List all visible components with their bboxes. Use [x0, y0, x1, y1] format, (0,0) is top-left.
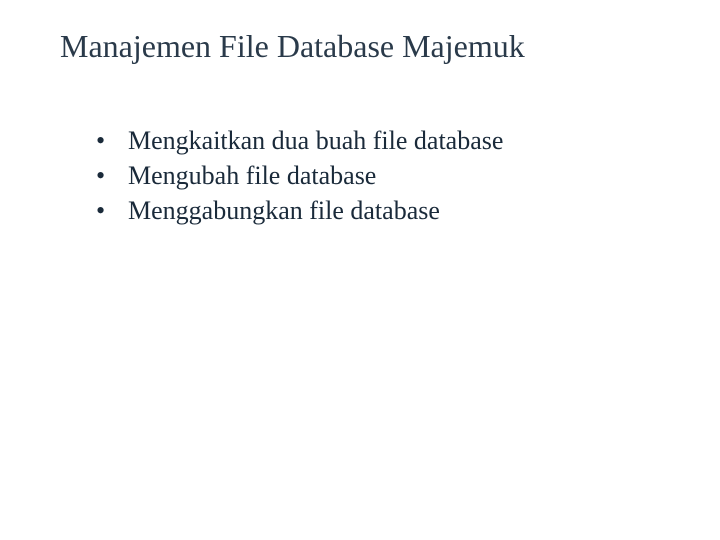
list-item: Mengubah file database [96, 158, 720, 193]
list-item: Mengkaitkan dua buah file database [96, 123, 720, 158]
bullet-list: Mengkaitkan dua buah file database Mengu… [60, 123, 720, 228]
slide-title: Manajemen File Database Majemuk [60, 28, 720, 65]
list-item: Menggabungkan file database [96, 193, 720, 228]
